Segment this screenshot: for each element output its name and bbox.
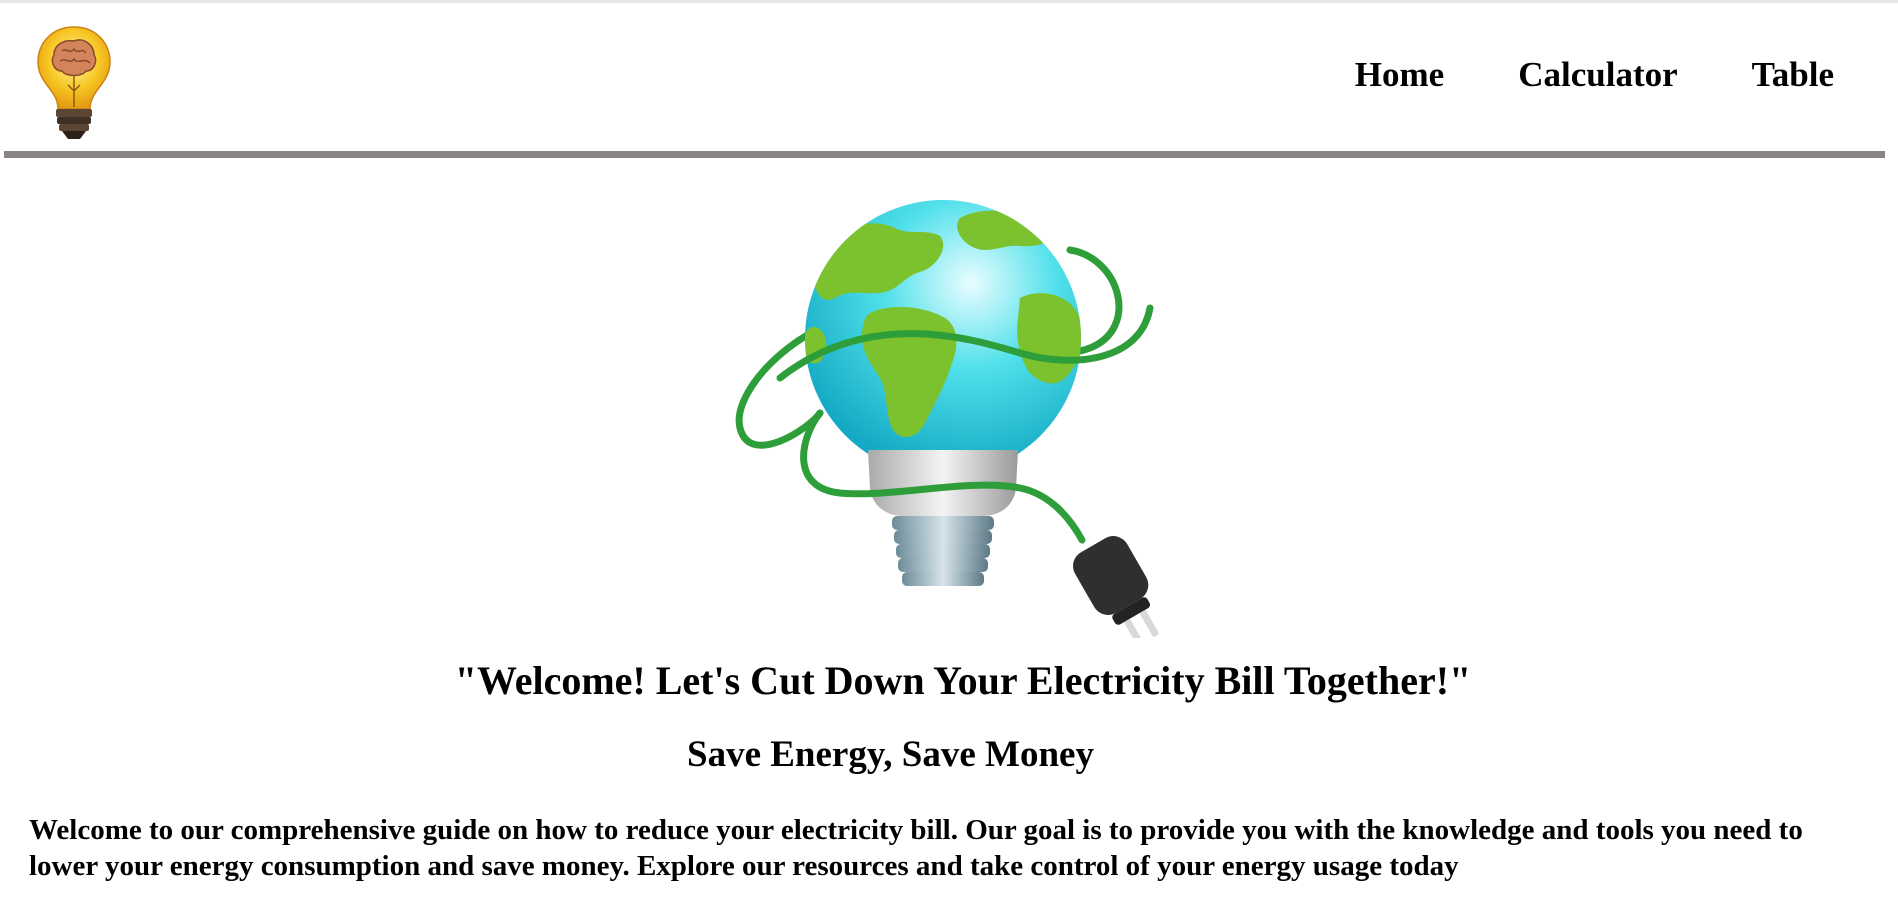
site-header: Home Calculator Table bbox=[0, 3, 1898, 151]
earth-lightbulb-plug-icon bbox=[720, 188, 1170, 646]
nav-table-link[interactable]: Table bbox=[1752, 55, 1834, 95]
brain-lightbulb-icon[interactable] bbox=[34, 25, 114, 143]
intro-paragraph: Welcome to our comprehensive guide on ho… bbox=[29, 814, 1803, 882]
welcome-headline: "Welcome! Let's Cut Down Your Electricit… bbox=[454, 658, 1472, 703]
main-nav: Home Calculator Table bbox=[1355, 55, 1834, 95]
nav-calculator-link[interactable]: Calculator bbox=[1518, 55, 1677, 95]
page-subheading: Save Energy, Save Money bbox=[687, 734, 1094, 775]
nav-home-link[interactable]: Home bbox=[1355, 55, 1444, 95]
header-divider bbox=[4, 151, 1885, 158]
